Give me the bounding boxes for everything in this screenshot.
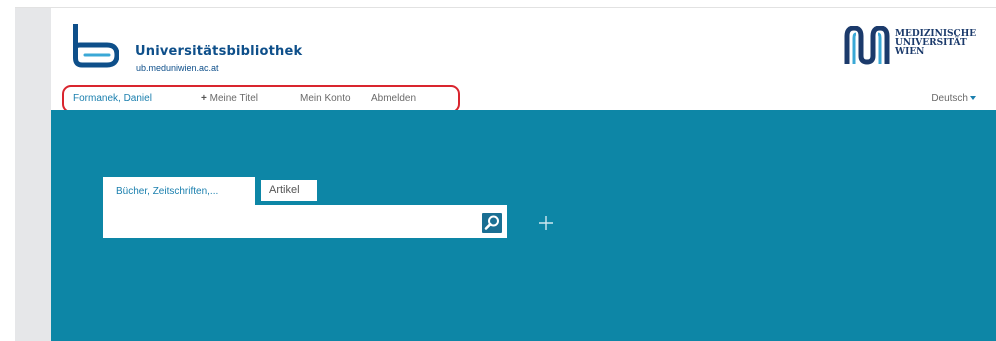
language-selector[interactable]: Deutsch <box>931 93 976 104</box>
university-logo-icon[interactable] <box>844 26 890 66</box>
add-search-field-icon[interactable] <box>536 213 556 233</box>
left-gutter <box>15 8 51 341</box>
annotation-highlight <box>62 85 460 113</box>
university-name: MEDIZINISCHE UNIVERSITÄT WIEN <box>895 30 976 57</box>
tab-articles[interactable]: Artikel <box>261 180 317 201</box>
chevron-down-icon <box>970 96 976 101</box>
search-button[interactable] <box>481 212 503 234</box>
tab-books-journals[interactable]: Bücher, Zeitschriften,... <box>103 177 255 206</box>
site-header: Universitätsbibliothek ub.meduniwien.ac.… <box>51 8 996 88</box>
search-box <box>103 205 507 238</box>
university-name-line-3: WIEN <box>895 47 925 57</box>
magnifier-icon <box>484 215 499 230</box>
library-url[interactable]: ub.meduniwien.ac.at <box>136 63 219 73</box>
library-title[interactable]: Universitätsbibliothek <box>135 44 302 59</box>
language-label: Deutsch <box>931 93 968 104</box>
search-input[interactable] <box>111 213 471 231</box>
library-logo-icon[interactable] <box>71 24 119 70</box>
